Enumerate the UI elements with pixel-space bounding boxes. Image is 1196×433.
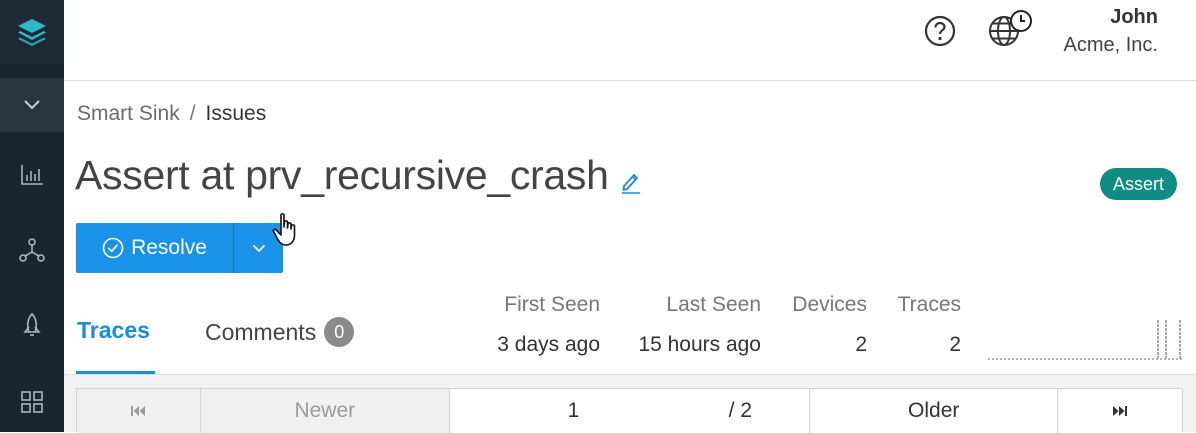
skip-first-icon [131,406,146,416]
stat-value-traces: 2 [949,333,961,356]
total-pages: / 2 [728,399,753,422]
globe-clock-icon[interactable] [987,8,1035,48]
check-circle-icon [102,237,124,259]
organization-name[interactable]: Acme, Inc. [1064,34,1158,57]
sidebar-item-apps[interactable] [0,372,64,432]
tab-comments[interactable]: Comments 0 [205,317,355,347]
sidebar [0,0,64,432]
older-button[interactable]: Older [810,389,1059,433]
layers-logo-icon [18,19,46,46]
sidebar-item-network[interactable] [0,220,64,280]
top-bar: John Acme, Inc. [64,0,1196,81]
sidebar-collapse-toggle[interactable] [0,78,64,132]
app-logo[interactable] [0,0,64,64]
chevron-down-icon [24,100,40,110]
resolve-button[interactable]: Resolve [76,223,233,273]
comments-count-badge: 0 [324,317,355,347]
trace-pager: Newer 1 / 2 Older [76,388,1183,433]
skip-last-icon [1113,406,1128,416]
rocket-icon [23,312,41,336]
page-title: Assert at prv_recursive_crash [75,152,609,198]
sidebar-item-deploy[interactable] [0,296,64,356]
sidebar-item-metrics[interactable] [0,145,64,205]
main-content: Smart Sink / Issues Assert at prv_recursiv… [64,82,1196,433]
page-indicator: 1 / 2 [450,389,811,433]
user-name[interactable]: John [1110,6,1158,29]
stat-value-last-seen: 15 hours ago [638,333,761,356]
stat-value-devices: 2 [855,333,867,356]
help-circle-icon[interactable] [924,15,956,47]
chevron-down-icon [252,244,265,252]
stat-header-last-seen: Last Seen [666,293,761,316]
pencil-icon[interactable] [620,170,642,194]
breadcrumb-separator: / [189,102,196,125]
network-nodes-icon [19,238,45,262]
current-page-input[interactable]: 1 [568,399,580,423]
stat-header-traces: Traces [897,293,961,316]
breadcrumb: Smart Sink / Issues [77,102,266,126]
breadcrumb-parent[interactable]: Smart Sink [77,102,180,125]
issue-type-badge: Assert [1100,168,1178,200]
resolve-button-group: Resolve [76,223,283,273]
tab-traces[interactable]: Traces [77,317,150,344]
stat-value-first-seen: 3 days ago [497,333,600,356]
resolve-button-label: Resolve [131,236,207,259]
bar-chart-icon [21,165,43,185]
traces-sparkline [988,319,1182,360]
hand-cursor-icon [272,213,296,246]
newer-button[interactable]: Newer [200,389,450,433]
breadcrumb-current: Issues [205,102,267,125]
stat-header-devices: Devices [792,293,867,316]
tab-comments-label: Comments [205,318,317,345]
stat-header-first-seen: First Seen [504,293,600,316]
grid-icon [21,391,43,413]
first-page-button[interactable] [77,389,201,433]
last-page-button[interactable] [1058,389,1182,433]
